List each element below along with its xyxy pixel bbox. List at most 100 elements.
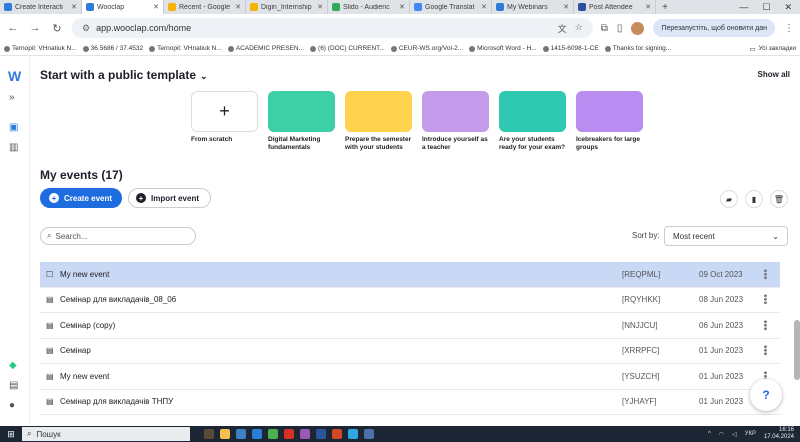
trash-icon[interactable]: 🗑 — [770, 190, 788, 208]
browser-tab[interactable]: Recent - Google ✕ — [164, 0, 246, 14]
event-row[interactable]: ▤ Семінар (copy) [NNJJCU] 06 Jun 2023 ••• — [40, 313, 780, 339]
scrollbar[interactable] — [794, 320, 800, 380]
browser-tab[interactable]: Slido - Audienc ✕ — [328, 0, 410, 14]
bookmark-item[interactable]: Thanks for signing... — [604, 45, 671, 52]
menu-icon[interactable]: ⋮ — [784, 23, 794, 34]
bookmark-item[interactable]: (6) (DOC) CURRENT... — [310, 45, 385, 52]
browser-tab[interactable]: Digin_Internship ✕ — [246, 0, 328, 14]
wooclap-logo[interactable]: W — [8, 68, 21, 84]
export-icon[interactable]: ▮ — [745, 190, 763, 208]
browser-tab[interactable]: Post Attendee ✕ — [574, 0, 656, 14]
bookmark-item[interactable]: ACADEMIC PRESEN... — [227, 45, 304, 52]
network-icon[interactable]: ◠ — [719, 431, 724, 438]
app-icon[interactable] — [300, 429, 310, 439]
more-options-icon[interactable]: ••• — [759, 345, 770, 356]
browser-tab[interactable]: My Webinars ✕ — [492, 0, 574, 14]
bookmark-item[interactable]: Microsoft Word - H... — [469, 45, 537, 52]
app-icon[interactable] — [204, 429, 214, 439]
back-icon[interactable]: ← — [6, 22, 20, 34]
events-nav-icon[interactable]: ▣ — [9, 122, 18, 133]
account-icon[interactable]: ● — [9, 400, 15, 411]
sort-select[interactable]: Most recent ⌄ — [664, 226, 788, 246]
app-icon[interactable] — [236, 429, 246, 439]
tab-close-icon[interactable]: ✕ — [481, 3, 487, 11]
tray-chevron-icon[interactable]: ^ — [708, 431, 711, 437]
reload-icon[interactable]: ↻ — [50, 22, 64, 35]
checkbox[interactable]: ☐ — [40, 270, 60, 279]
template-tile[interactable]: Prepare the semester with your students — [345, 91, 412, 153]
language-indicator[interactable]: УКР — [745, 431, 756, 437]
upgrade-icon[interactable]: ◆ — [9, 360, 17, 371]
app-icon[interactable] — [364, 429, 374, 439]
tab-close-icon[interactable]: ✕ — [153, 3, 159, 11]
browser-tab[interactable]: Wooclap ✕ — [82, 0, 164, 14]
minimize-icon[interactable]: — — [739, 2, 748, 12]
bookmark-item[interactable]: Ternopil: VHnatiuk N... — [149, 45, 222, 52]
powerpoint-icon[interactable] — [332, 429, 342, 439]
tab-close-icon[interactable]: ✕ — [317, 3, 323, 11]
sidebar-icon[interactable]: ▯ — [617, 23, 623, 34]
all-bookmarks[interactable]: ▭ Усі закладки — [749, 45, 796, 53]
site-info-icon[interactable]: ⚙ — [82, 23, 90, 34]
template-tile[interactable]: Introduce yourself as a teacher — [422, 91, 489, 153]
tab-close-icon[interactable]: ✕ — [563, 3, 569, 11]
bookmark-star-icon[interactable]: ☆ — [575, 22, 583, 35]
expand-sidebar-icon[interactable]: » — [9, 92, 15, 103]
event-row[interactable]: ☐ My new event [REQPML] 09 Oct 2023 ••• — [40, 262, 780, 288]
bookmark-item[interactable]: 36.5686 / 37.4532 — [82, 45, 143, 52]
taskbar-search[interactable]: ⌕ Пошук — [22, 427, 190, 441]
forward-icon[interactable]: → — [28, 22, 42, 34]
event-row[interactable]: ▤ Семінар [XRRPFC] 01 Jun 2023 ••• — [40, 339, 780, 364]
bookmark-item[interactable]: CEUR-WS.org/Vol-2... — [390, 45, 463, 52]
tab-favicon-icon — [168, 3, 176, 11]
event-row[interactable]: ▤ Семінар для викладачів ТНПУ [YJHAYF] 01 J… — [40, 390, 780, 415]
event-row[interactable]: ▤ My new event [YSUZCH] 01 Jun 2023 ••• — [40, 364, 780, 390]
chrome-icon[interactable] — [268, 429, 278, 439]
new-tab-button[interactable]: + — [656, 0, 674, 14]
search-input[interactable]: ⌕ Search... — [40, 227, 196, 245]
tab-close-icon[interactable]: ✕ — [399, 3, 405, 11]
import-event-button[interactable]: + Import event — [128, 188, 211, 208]
template-tile[interactable]: + From scratch — [191, 91, 258, 153]
template-tile[interactable]: Are your students ready for your exam? — [499, 91, 566, 153]
templates-heading[interactable]: Start with a public template ⌄ — [40, 68, 208, 82]
template-tile[interactable]: Digital Marketing fundamentals — [268, 91, 335, 153]
new-folder-icon[interactable]: ▰ — [720, 190, 738, 208]
bookmark-item[interactable]: 1415-6098-1-CE — [542, 45, 599, 52]
relaunch-button[interactable]: Перезапустіть, щоб оновити дан — [653, 19, 775, 37]
clock[interactable]: 16:16 17.04.2024 — [764, 427, 794, 441]
library-nav-icon[interactable]: ▥ — [9, 142, 18, 153]
word-icon[interactable] — [316, 429, 326, 439]
event-row[interactable]: ▤ Семінар для викладачів_08_06 [RQYHKK] 08 … — [40, 288, 780, 313]
close-window-icon[interactable]: ✕ — [784, 2, 792, 13]
maximize-icon[interactable]: ☐ — [762, 2, 770, 13]
browser-tab[interactable]: Create Interacti ✕ — [0, 0, 82, 14]
app-icon[interactable] — [252, 429, 262, 439]
tab-title: Wooclap — [97, 3, 125, 11]
show-all-link[interactable]: Show all — [758, 70, 790, 79]
tab-close-icon[interactable]: ✕ — [235, 3, 241, 11]
file-explorer-icon[interactable] — [220, 429, 230, 439]
browser-tab[interactable]: Google Translat ✕ — [410, 0, 492, 14]
template-tile[interactable]: Icebreakers for large groups — [576, 91, 643, 153]
translate-icon[interactable]: 文 — [558, 22, 567, 35]
pdf-icon[interactable] — [284, 429, 294, 439]
more-options-icon[interactable]: ••• — [759, 294, 770, 305]
create-event-button[interactable]: + Create event — [40, 188, 122, 208]
more-options-icon[interactable]: ••• — [759, 269, 770, 280]
volume-icon[interactable]: ◁ — [732, 431, 737, 438]
profile-avatar[interactable] — [631, 21, 645, 35]
bookmark-item[interactable]: Ternopil: VHnatiuk N... — [4, 45, 77, 52]
windows-start-icon[interactable]: ⊞ — [0, 429, 22, 440]
tab-close-icon[interactable]: ✕ — [71, 3, 77, 11]
bookmark-label: Microsoft Word - H... — [477, 45, 537, 52]
templates-heading-text: Start with a public template — [40, 68, 197, 82]
telegram-icon[interactable] — [348, 429, 358, 439]
extensions-icon[interactable]: ⧉ — [601, 23, 608, 34]
tab-close-icon[interactable]: ✕ — [645, 3, 651, 11]
more-options-icon[interactable]: ••• — [759, 320, 770, 331]
help-button[interactable]: ? — [750, 379, 782, 411]
id-card-icon[interactable]: ▤ — [9, 380, 18, 391]
sort-value: Most recent — [673, 231, 715, 241]
address-bar[interactable]: ⚙ app.wooclap.com/home 文 ☆ — [72, 18, 593, 38]
